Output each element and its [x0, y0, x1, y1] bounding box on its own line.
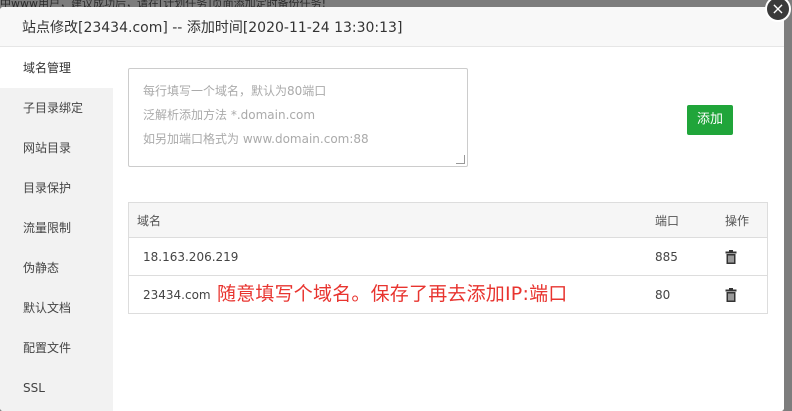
sidebar-item-domain-management[interactable]: 域名管理 [0, 48, 113, 88]
sidebar-item-subdirectory-binding[interactable]: 子目录绑定 [0, 88, 113, 128]
trash-icon[interactable] [725, 238, 737, 275]
sidebar-item-ssl[interactable]: SSL [0, 368, 113, 408]
table-header: 域名 端口 操作 [129, 203, 767, 238]
trash-icon[interactable] [725, 276, 737, 313]
domain-cell: 23434.com [143, 287, 211, 302]
port-cell: 80 [655, 287, 671, 302]
column-header-domain: 域名 [137, 213, 162, 228]
placeholder-line: 每行填写一个域名，默认为80端口 [143, 84, 327, 98]
domain-textarea[interactable]: 每行填写一个域名，默认为80端口 泛解析添加方法 *.domain.com 如另… [128, 68, 468, 167]
sidebar-item-config-file[interactable]: 配置文件 [0, 328, 113, 368]
red-annotation-text: 随意填写个域名。保存了再去添加IP:端口 [217, 283, 568, 305]
sidebar-item-site-directory[interactable]: 网站目录 [0, 128, 113, 168]
sidebar-item-directory-protection[interactable]: 目录保护 [0, 168, 113, 208]
resize-handle-icon[interactable] [456, 155, 465, 164]
column-header-operation: 操作 [725, 213, 750, 228]
sidebar-item-rewrite[interactable]: 伪静态 [0, 248, 113, 288]
domain-cell: 18.163.206.219 [143, 249, 239, 264]
domain-management-panel: 每行填写一个域名，默认为80端口 泛解析添加方法 *.domain.com 如另… [113, 48, 784, 411]
column-header-port: 端口 [655, 213, 680, 228]
add-domain-button[interactable]: 添加 [687, 105, 733, 135]
sidebar-item-default-document[interactable]: 默认文档 [0, 288, 113, 328]
placeholder-line: 如另加端口格式为 www.domain.com:88 [143, 132, 369, 146]
port-cell: 885 [655, 249, 678, 264]
site-edit-dialog: 站点修改[23434.com] -- 添加时间[2020-11-24 13:30… [0, 7, 784, 411]
dialog-title: 站点修改[23434.com] -- 添加时间[2020-11-24 13:30… [22, 19, 403, 36]
sidebar-item-traffic-limit[interactable]: 流量限制 [0, 208, 113, 248]
dialog-header: 站点修改[23434.com] -- 添加时间[2020-11-24 13:30… [0, 7, 784, 47]
settings-sidebar: 域名管理 子目录绑定 网站目录 目录保护 流量限制 伪静态 默认文档 配置文件 … [0, 48, 113, 411]
table-row: 18.163.206.219 885 [129, 238, 767, 275]
placeholder-line: 泛解析添加方法 *.domain.com [143, 108, 316, 122]
